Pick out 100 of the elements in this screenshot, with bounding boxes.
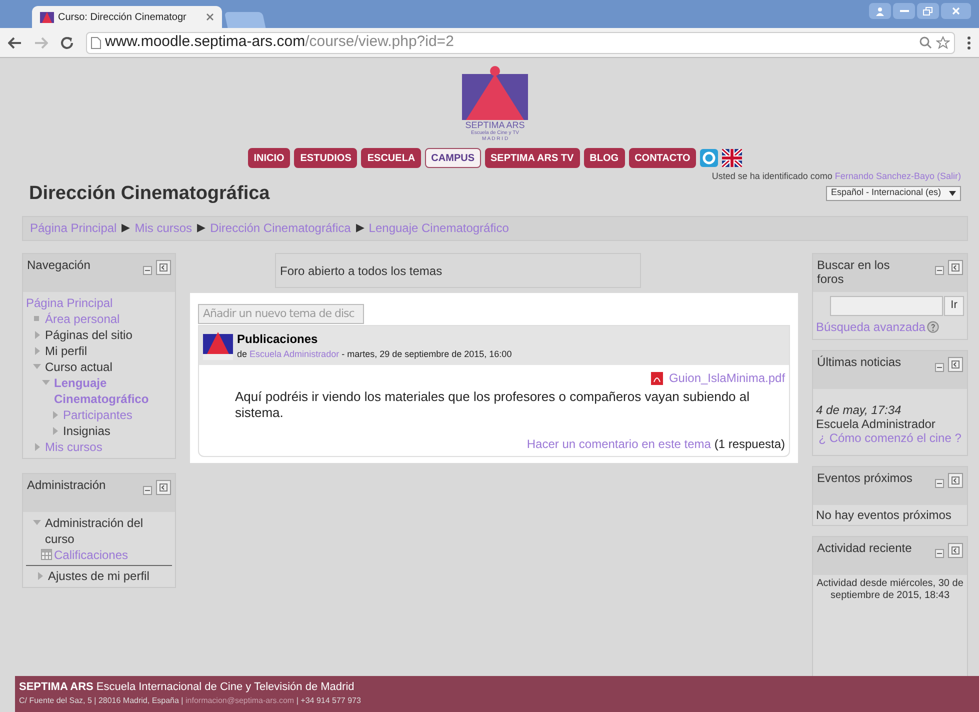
byline-prefix: de — [237, 348, 248, 358]
breadcrumb-separator: ▶ — [356, 220, 364, 236]
uk-flag-icon[interactable] — [722, 149, 742, 167]
language-select[interactable]: Español - Internacional (es) — [826, 186, 961, 200]
block-title: Navegación — [27, 258, 92, 272]
close-icon[interactable] — [206, 13, 214, 21]
nav-menu-button[interactable]: CAMPUS — [425, 148, 481, 168]
footer-phone: | +34 914 577 973 — [296, 696, 361, 705]
breadcrumb-link[interactable]: Página Principal — [30, 219, 117, 237]
dock-icon[interactable] — [156, 260, 171, 274]
close-icon — [952, 7, 960, 15]
dock-icon[interactable] — [948, 356, 964, 372]
table-icon — [40, 549, 52, 560]
nav-link[interactable]: Participantes — [63, 406, 132, 422]
add-discussion-button[interactable]: Añadir un nuevo tema de disc — [198, 304, 364, 324]
dock-icon[interactable] — [948, 260, 964, 274]
advanced-search-link[interactable]: Búsqueda avanzada — [816, 318, 926, 336]
breadcrumb-separator: ▶ — [197, 220, 206, 236]
nav-item[interactable]: Curso actual — [45, 358, 112, 374]
user-link[interactable]: Fernando Sanchez-Bayo — [834, 171, 934, 181]
post-subject: Publicaciones — [237, 330, 319, 348]
post-body: Aquí podréis ir viendo los materiales que los profesores o compañeros vayan subiendo al sistema. — [234, 388, 751, 421]
dock-icon[interactable] — [156, 480, 171, 494]
collapse-icon[interactable] — [143, 486, 152, 494]
page-title: Dirección Cinematográfica — [29, 182, 270, 206]
news-link[interactable]: ¿ Cómo comenzó el cine ? — [818, 430, 962, 444]
block-title: Buscar en los foros — [817, 258, 891, 286]
nav-link[interactable]: Lenguaje Cinematográfico — [54, 374, 175, 406]
nav-link[interactable]: Mis cursos — [45, 438, 102, 454]
nav-link[interactable]: Página Principal — [26, 294, 113, 310]
search-field[interactable] — [830, 296, 944, 316]
triangle-logo-icon — [462, 66, 528, 120]
bullet-icon — [34, 316, 40, 322]
breadcrumb-link[interactable]: Mis cursos — [134, 219, 192, 237]
dock-icon[interactable] — [948, 472, 964, 488]
author-avatar — [203, 330, 233, 360]
block-title: Eventos próximos — [817, 470, 914, 484]
block-title: Administración — [27, 478, 107, 492]
logo-text: SEPTIMA ARS — [465, 120, 525, 130]
dropdown-arrow-icon — [949, 190, 956, 196]
nav-item[interactable]: Ajustes de mi perfil — [48, 568, 150, 584]
menu-icon[interactable] — [967, 36, 971, 50]
reload-icon[interactable] — [60, 36, 74, 50]
restore-button[interactable] — [917, 3, 939, 19]
nav-menu-button[interactable]: INICIO — [248, 148, 290, 168]
nav-menu-button[interactable]: CONTACTO — [628, 148, 696, 168]
breadcrumb-link[interactable]: Lenguaje Cinematográfico — [368, 219, 509, 237]
block-title: Últimas noticias — [817, 354, 902, 368]
collapse-icon[interactable] — [935, 266, 944, 274]
collapse-icon[interactable] — [935, 478, 944, 488]
nav-menu-button[interactable]: ESCUELA — [361, 148, 422, 168]
block-title: Actividad reciente — [817, 540, 913, 554]
logout-link[interactable]: (Salir) — [937, 171, 961, 181]
profile-button[interactable] — [869, 3, 891, 19]
nav-link[interactable]: Calificaciones — [54, 546, 128, 562]
browser-tab[interactable]: Curso: Dirección Cinematogr — [32, 6, 222, 28]
nav-menu-button[interactable]: ESTUDIOS — [294, 148, 358, 168]
news-date: 4 de may, 17:34 — [816, 402, 902, 416]
triangle-logo-icon — [40, 11, 54, 23]
minimize-icon — [900, 10, 908, 12]
go-button[interactable]: Ir — [944, 296, 964, 316]
collapse-icon[interactable] — [935, 362, 944, 372]
post-date: - martes, 29 de septiembre de 2015, 16:00 — [342, 348, 512, 358]
url-path: /course/view.php?id=2 — [305, 33, 454, 50]
nav-item[interactable]: Páginas del sitio — [45, 326, 132, 342]
author-link[interactable]: Escuela Administrador — [250, 348, 340, 358]
breadcrumb-link[interactable]: Dirección Cinematográfica — [210, 219, 351, 237]
events-text: No hay eventos próximos — [815, 506, 952, 524]
activity-text: Actividad desde miércoles, 30 de septiembre de 2015, 18:43 — [816, 576, 964, 602]
footer-email-link[interactable]: informacion@septima-ars.com — [186, 696, 294, 705]
zoom-icon[interactable] — [919, 36, 932, 49]
nav-item[interactable]: Insignias — [63, 422, 110, 438]
star-icon[interactable] — [936, 36, 950, 50]
collapse-icon[interactable] — [143, 266, 152, 274]
collapse-icon[interactable] — [935, 548, 944, 558]
footer-brand: SEPTIMA ARS — [19, 681, 94, 693]
page-icon — [91, 36, 101, 48]
back-icon[interactable] — [8, 36, 22, 48]
footer-tagline: Escuela Internacional de Cine y Televisión de Madrid — [96, 681, 354, 693]
close-window-button[interactable] — [941, 3, 971, 19]
forum-intro: Foro abierto a todos los temas — [275, 252, 641, 288]
nav-menu-button[interactable]: SEPTIMA ARS TV — [484, 148, 580, 168]
reply-count: (1 respuesta) — [714, 437, 786, 451]
restore-icon — [923, 6, 933, 16]
nav-item[interactable]: Mi perfil — [45, 342, 88, 358]
pdf-icon — [650, 372, 663, 384]
address-bar[interactable]: www.moodle.septima-ars.com/course/view.php?id=2 — [86, 32, 955, 54]
person-icon — [876, 6, 884, 16]
help-icon[interactable] — [927, 320, 940, 332]
minimize-button[interactable] — [893, 3, 915, 19]
url-host: www.moodle.septima-ars.com — [105, 33, 306, 50]
attachment-link[interactable]: Guion_IslaMinima.pdf — [668, 369, 786, 387]
nav-link[interactable]: Área personal — [45, 310, 120, 326]
breadcrumb-separator: ▶ — [122, 220, 130, 236]
footer-address: C/ Fuente del Saz, 5 | 28016 Madrid, España | — [19, 696, 184, 705]
tab-title: Curso: Dirección Cinematogr — [58, 10, 188, 24]
nav-item[interactable]: Administración del curso — [45, 514, 175, 546]
dock-icon[interactable] — [948, 542, 964, 558]
reply-link[interactable]: Hacer un comentario en este tema — [526, 437, 711, 451]
nav-menu-button[interactable]: BLOG — [584, 148, 625, 168]
